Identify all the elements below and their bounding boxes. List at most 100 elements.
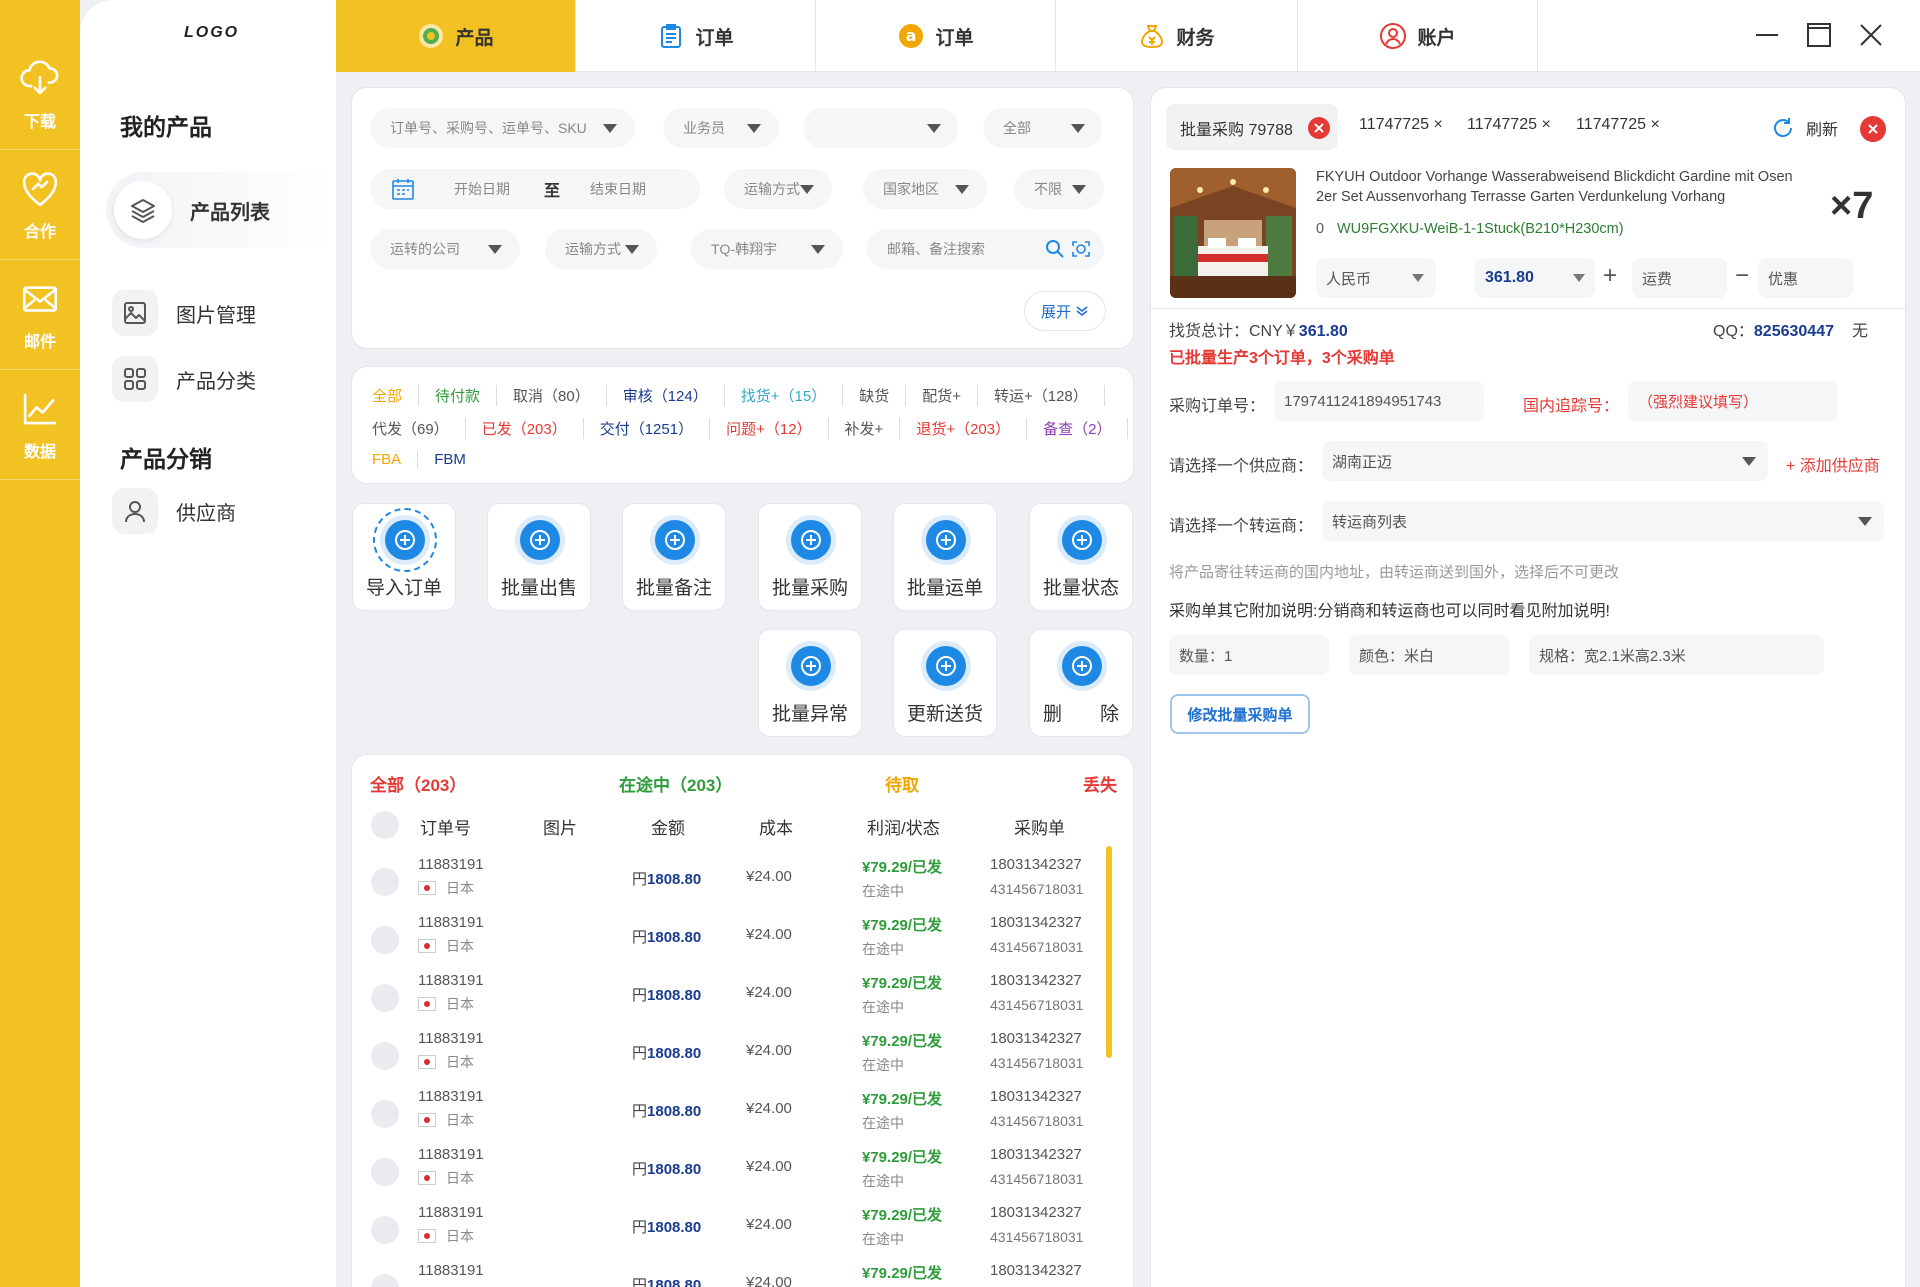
po-number-input[interactable]: 1797411241894951743	[1274, 381, 1484, 421]
batch-purchase-button[interactable]: 批量采购	[758, 503, 862, 611]
unlimited-dropdown[interactable]: 不限	[1014, 169, 1104, 209]
purchase-order[interactable]: 18031342327	[990, 972, 1082, 989]
refresh-button[interactable]: 刷新	[1806, 116, 1838, 140]
table-row[interactable]: 11883191 円1808.80 ¥24.00 ¥79.29/已发 180313423…	[365, 1262, 1105, 1287]
forwarder-select[interactable]: 转运商列表	[1322, 501, 1884, 541]
list-tab-transit[interactable]: 在途中（203）	[619, 771, 732, 796]
discount-input[interactable]: 优惠	[1758, 258, 1853, 298]
tracking-input[interactable]: （强烈建议填写）	[1628, 381, 1838, 421]
tab-product[interactable]: 产品	[336, 0, 576, 72]
purchase-order-2[interactable]: 431456718031	[990, 1229, 1083, 1245]
status-transfer[interactable]: 转运+（128）	[978, 385, 1105, 406]
status-check[interactable]: 备查（2）	[1027, 418, 1129, 439]
delete-button[interactable]: 删 除	[1029, 629, 1133, 737]
table-row[interactable]: 11883191 日本 円1808.80 ¥24.00 ¥79.29/已发 在途中 1803…	[365, 1088, 1105, 1146]
status-fba[interactable]: FBA	[356, 451, 419, 468]
rail-item-download[interactable]: 下载	[0, 40, 80, 150]
table-row[interactable]: 11883191 日本 円1808.80 ¥24.00 ¥79.29/已发 在途中 1803…	[365, 972, 1105, 1030]
batch-exception-button[interactable]: 批量异常	[758, 629, 862, 737]
minimize-icon[interactable]	[1750, 18, 1784, 52]
status-delivered[interactable]: 交付（1251）	[584, 418, 711, 439]
start-date[interactable]: 开始日期	[454, 179, 510, 199]
purchase-order-2[interactable]: 431456718031	[990, 1113, 1083, 1129]
sidebar-item-image-management[interactable]: 图片管理	[112, 290, 256, 336]
purchase-order[interactable]: 18031342327	[990, 1146, 1082, 1163]
country-dropdown[interactable]: 国家地区	[863, 169, 987, 209]
rail-item-data[interactable]: 数据	[0, 370, 80, 480]
select-all-checkbox[interactable]	[371, 811, 399, 839]
blank-dropdown[interactable]	[803, 108, 959, 148]
purchase-order-2[interactable]: 431456718031	[990, 939, 1083, 955]
salesperson-dropdown[interactable]: 业务员	[663, 108, 779, 148]
status-shipped[interactable]: 已发（203）	[466, 418, 584, 439]
table-row[interactable]: 11883191 日本 円1808.80 ¥24.00 ¥79.29/已发 在途中 1803…	[365, 1204, 1105, 1262]
batch-waybill-button[interactable]: 批量运单	[893, 503, 997, 611]
tab-orders[interactable]: 订单	[576, 0, 816, 72]
modify-batch-po-button[interactable]: 修改批量采购单	[1170, 694, 1310, 734]
sidebar-item-product-list[interactable]: 产品列表	[106, 172, 336, 248]
sidebar-item-product-category[interactable]: 产品分类	[112, 356, 256, 402]
image-search-icon[interactable]	[1070, 238, 1092, 260]
purchase-order[interactable]: 18031342327	[990, 914, 1082, 931]
purchase-order-2[interactable]: 431456718031	[990, 1055, 1083, 1071]
shipping-method-dropdown[interactable]: 运输方式	[724, 169, 832, 209]
purchase-order[interactable]: 18031342327	[990, 1088, 1082, 1105]
list-tab-all[interactable]: 全部（203）	[370, 771, 466, 796]
status-allocation[interactable]: 配货+	[906, 385, 978, 406]
table-row[interactable]: 11883191 日本 円1808.80 ¥24.00 ¥79.29/已发 在途中 1803…	[365, 1030, 1105, 1088]
purchase-order[interactable]: 18031342327	[990, 1262, 1082, 1279]
all-dropdown[interactable]: 全部	[983, 108, 1103, 148]
row-checkbox[interactable]	[371, 868, 399, 896]
refresh-icon[interactable]	[1770, 115, 1796, 141]
spec-field[interactable]: 规格：宽2.1米高2.3米	[1529, 635, 1824, 675]
status-fbm[interactable]: FBM	[418, 451, 482, 468]
status-pending-payment[interactable]: 待付款	[419, 385, 498, 406]
row-checkbox[interactable]	[371, 926, 399, 954]
batch-sell-button[interactable]: 批量出售	[487, 503, 591, 611]
order-tab-3[interactable]: 11747725 ×	[1576, 116, 1660, 134]
row-checkbox[interactable]	[371, 1100, 399, 1128]
purchase-order[interactable]: 18031342327	[990, 1204, 1082, 1221]
quantity-field[interactable]: 数量：1	[1169, 635, 1329, 675]
order-search-dropdown[interactable]: 订单号、采购号、运单号、SKU	[370, 108, 635, 148]
staff-dropdown[interactable]: TQ-韩翔宇	[691, 229, 843, 269]
search-icon[interactable]	[1044, 238, 1066, 260]
search-input[interactable]: 邮箱、备注搜索	[887, 239, 985, 259]
import-orders-button[interactable]: 导入订单	[352, 503, 456, 611]
close-panel-icon[interactable]	[1860, 116, 1886, 142]
row-checkbox[interactable]	[371, 1042, 399, 1070]
status-issue[interactable]: 问题+（12）	[710, 418, 829, 439]
rail-item-cooperate[interactable]: 合作	[0, 150, 80, 260]
close-tab-icon[interactable]	[1308, 117, 1330, 139]
list-tab-lost[interactable]: 丢失	[1083, 771, 1117, 796]
date-range-field[interactable]: 开始日期 至 结束日期	[370, 169, 700, 209]
purchase-order-2[interactable]: 431456718031	[990, 1171, 1083, 1187]
color-field[interactable]: 颜色：米白	[1349, 635, 1509, 675]
purchase-order[interactable]: 18031342327	[990, 856, 1082, 873]
status-resend[interactable]: 补发+	[829, 418, 901, 439]
tab-finance[interactable]: 财务	[1056, 0, 1298, 72]
row-checkbox[interactable]	[371, 1274, 399, 1287]
batch-note-button[interactable]: 批量备注	[622, 503, 726, 611]
row-checkbox[interactable]	[371, 1216, 399, 1244]
status-out-of-stock[interactable]: 缺货	[843, 385, 907, 406]
currency-select[interactable]: 人民币	[1316, 258, 1436, 298]
list-scrollbar[interactable]	[1106, 846, 1112, 1058]
forwarder-company-dropdown[interactable]: 运转的公司	[370, 229, 520, 269]
purchase-order[interactable]: 18031342327	[990, 1030, 1082, 1047]
supplier-select[interactable]: 湖南正迈	[1322, 441, 1768, 481]
status-return[interactable]: 退货+（203）	[900, 418, 1028, 439]
status-review[interactable]: 审核（124）	[607, 385, 725, 406]
tab-amazon-orders[interactable]: a 订单	[816, 0, 1056, 72]
status-find-goods[interactable]: 找货+（15）	[725, 385, 844, 406]
batch-status-button[interactable]: 批量状态	[1029, 503, 1133, 611]
end-date[interactable]: 结束日期	[590, 179, 646, 199]
maximize-icon[interactable]	[1802, 18, 1836, 52]
close-icon[interactable]	[1854, 18, 1888, 52]
status-all[interactable]: 全部	[356, 385, 420, 406]
rail-item-mail[interactable]: 邮件	[0, 260, 80, 370]
row-checkbox[interactable]	[371, 984, 399, 1012]
price-input[interactable]: 361.80	[1475, 258, 1595, 298]
table-row[interactable]: 11883191 日本 円1808.80 ¥24.00 ¥79.29/已发 在途中 1803…	[365, 1146, 1105, 1204]
list-tab-pickup[interactable]: 待取	[885, 771, 919, 796]
